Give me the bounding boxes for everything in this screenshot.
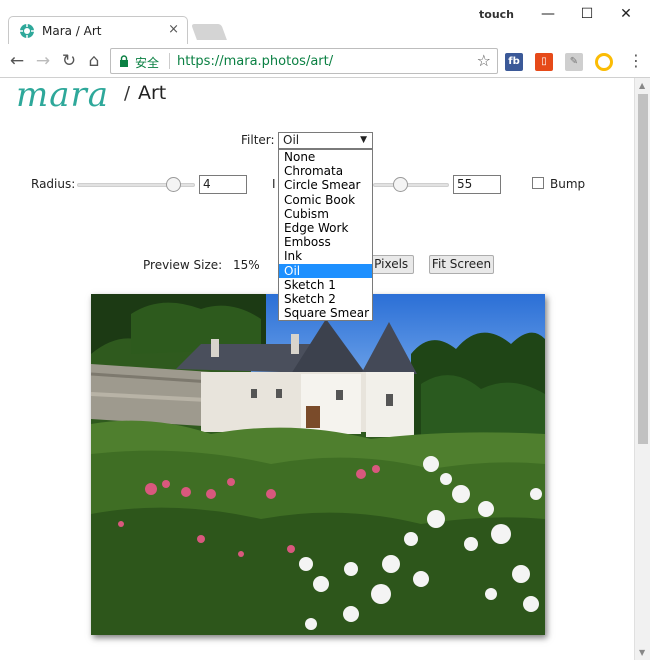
chevron-down-icon: ▼ (360, 135, 367, 145)
preview-image[interactable] (91, 294, 545, 635)
back-icon[interactable]: ← (7, 51, 27, 71)
filter-dropdown-list[interactable]: None Chromata Circle Smear Comic Book Cubism… (278, 149, 373, 322)
breadcrumb-separator: / (124, 83, 131, 104)
address-bar[interactable]: 安全 https://mara.photos/art/ ☆ (110, 48, 498, 74)
ring-extension-icon[interactable] (595, 53, 613, 71)
second-slider[interactable] (373, 177, 449, 193)
browser-tab[interactable]: Mara / Art × (8, 16, 188, 44)
second-slider-track (373, 183, 449, 187)
window-close-icon[interactable]: ✕ (611, 4, 641, 24)
forward-icon[interactable]: → (33, 51, 53, 71)
filter-option[interactable]: Sketch 2 (279, 292, 372, 306)
filter-select[interactable]: Oil ▼ (278, 132, 373, 149)
vertical-scrollbar[interactable]: ▲ ▼ (634, 78, 650, 660)
scroll-down-icon[interactable]: ▼ (639, 648, 645, 657)
second-slider-thumb[interactable] (393, 177, 408, 192)
profile-label[interactable]: touch (479, 8, 514, 21)
filter-option[interactable]: Chromata (279, 164, 372, 178)
tab-close-icon[interactable]: × (168, 22, 179, 37)
second-param-input[interactable]: 55 (453, 175, 501, 194)
office-extension-icon[interactable]: ▯ (535, 53, 553, 71)
mara-favicon-icon (20, 24, 34, 38)
radius-input[interactable]: 4 (199, 175, 247, 194)
preview-size-label: Preview Size: (143, 258, 223, 272)
browser-title-bar: Mara / Art × touch — ☐ ✕ (0, 0, 650, 44)
tab-title: Mara / Art (42, 24, 102, 38)
filter-option[interactable]: Comic Book (279, 193, 372, 207)
filter-label: Filter: (241, 133, 275, 147)
fit-screen-button[interactable]: Fit Screen (429, 255, 494, 274)
browser-toolbar: ← → ↻ ⌂ 安全 https://mara.photos/art/ ☆ fb… (0, 44, 650, 78)
filter-option[interactable]: Oil (279, 263, 372, 278)
new-tab-button[interactable] (191, 24, 227, 40)
filter-option[interactable]: Circle Smear (279, 178, 372, 192)
filter-selected-value: Oil (283, 133, 300, 147)
radius-label: Radius: (31, 177, 76, 191)
bump-label: Bump (550, 177, 586, 191)
filter-option[interactable]: Edge Work (279, 221, 372, 235)
filter-option[interactable]: None (279, 150, 372, 164)
filter-option[interactable]: Square Smear (279, 306, 372, 320)
filter-option[interactable]: Emboss (279, 235, 372, 249)
preview-size-value: 15% (233, 258, 260, 272)
filter-option[interactable]: Ink (279, 249, 372, 263)
reload-icon[interactable]: ↻ (59, 51, 79, 71)
url-text[interactable]: https://mara.photos/art/ (177, 54, 333, 69)
disabled-extension-icon[interactable]: ✎ (565, 53, 583, 71)
secure-label: 安全 (135, 56, 160, 70)
omnibox-divider (169, 53, 170, 69)
filter-option[interactable]: Sketch 1 (279, 278, 372, 292)
radius-slider-thumb[interactable] (166, 177, 181, 192)
page-viewport: mara / Art Filter: Oil ▼ Radius: 4 I 55 … (0, 78, 634, 660)
scrollbar-thumb[interactable] (638, 94, 648, 444)
maximize-icon[interactable]: ☐ (572, 4, 602, 24)
second-param-label: I (272, 177, 276, 191)
facebook-extension-icon[interactable]: fb (505, 53, 523, 71)
home-icon[interactable]: ⌂ (84, 51, 104, 71)
scroll-up-icon[interactable]: ▲ (639, 81, 645, 90)
radius-slider[interactable] (77, 177, 195, 193)
bookmark-star-icon[interactable]: ☆ (477, 51, 491, 70)
page-title: Art (138, 82, 167, 104)
menu-dots-icon[interactable]: ⋮ (628, 51, 644, 70)
filter-option[interactable]: Cubism (279, 207, 372, 221)
site-logo[interactable]: mara (16, 78, 109, 112)
bump-checkbox[interactable] (532, 177, 544, 189)
minimize-icon[interactable]: — (533, 4, 563, 24)
lock-icon (120, 55, 128, 67)
oil-painting-preview (91, 294, 545, 635)
